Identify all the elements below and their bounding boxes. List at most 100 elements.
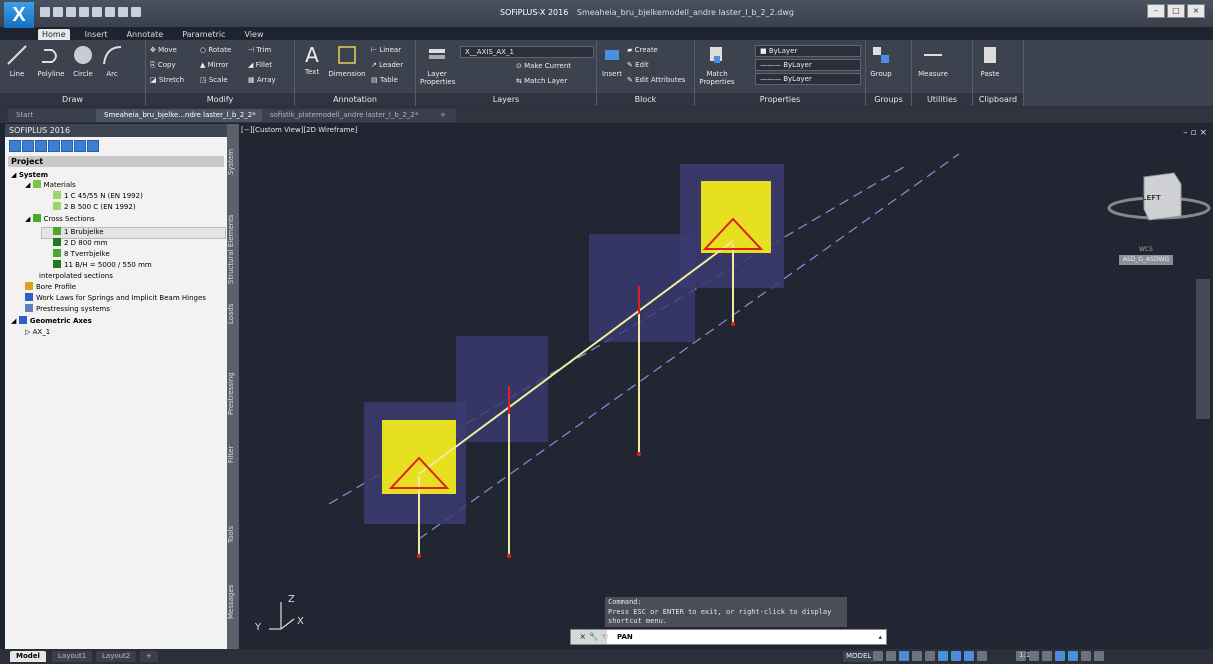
palette-tool-icon[interactable]: [87, 140, 99, 152]
fillet-button[interactable]: ◢ Fillet: [248, 61, 272, 69]
tree-material-2[interactable]: 2 B 500 C (EN 1992): [53, 202, 136, 212]
doc-tab-start[interactable]: Start: [8, 109, 104, 122]
array-button[interactable]: ▦ Array: [248, 76, 276, 84]
insert-button[interactable]: Insert: [599, 44, 625, 78]
ortho-icon[interactable]: [899, 651, 909, 661]
layer-properties-button[interactable]: Layer Properties: [420, 44, 455, 86]
osnap-icon[interactable]: [938, 651, 948, 661]
color-dropdown[interactable]: ■ ByLayer: [755, 45, 861, 57]
lineweight-dropdown[interactable]: ——— ByLayer: [755, 73, 861, 85]
block-panel-title[interactable]: Block: [597, 93, 694, 106]
trim-button[interactable]: ⊣ Trim: [248, 46, 271, 54]
maximize-button[interactable]: □: [1167, 4, 1185, 18]
create-block-button[interactable]: ▰ Create: [627, 46, 658, 54]
palette-tool-icon[interactable]: [74, 140, 86, 152]
group-button[interactable]: Group: [868, 44, 894, 78]
workspace-icon[interactable]: [131, 7, 141, 17]
isodraft-icon[interactable]: [925, 651, 935, 661]
leader-button[interactable]: ↗ Leader: [371, 61, 403, 69]
tree-bore-profile[interactable]: Bore Profile: [25, 282, 76, 292]
layout-tab-model[interactable]: Model: [10, 651, 46, 662]
linear-button[interactable]: ⊢ Linear: [371, 46, 401, 54]
tree-cs-2[interactable]: 2 D 800 mm: [53, 238, 108, 248]
save-icon[interactable]: [66, 7, 76, 17]
rotate-button[interactable]: ○ Rotate: [200, 46, 231, 54]
scale-button[interactable]: ◳ Scale: [200, 76, 228, 84]
make-current-button[interactable]: ⊙ Make Current: [516, 62, 571, 70]
side-tab-messages[interactable]: Messages: [227, 574, 239, 629]
undo-icon[interactable]: [105, 7, 115, 17]
side-tab-system[interactable]: System: [227, 132, 239, 192]
layer-dropdown[interactable]: X__AXIS_AX_1: [460, 46, 594, 58]
customization-icon[interactable]: [1094, 651, 1104, 661]
tree-geometric-axes[interactable]: ◢ Geometric Axes: [11, 316, 92, 326]
arc-button[interactable]: Arc: [100, 44, 124, 78]
palette-tool-icon[interactable]: [22, 140, 34, 152]
tree-cross-sections[interactable]: ◢ Cross Sections: [25, 214, 95, 224]
side-tab-tools[interactable]: Tools: [227, 514, 239, 554]
navigation-bar[interactable]: [1196, 279, 1210, 419]
tree-system[interactable]: ◢ System: [11, 170, 48, 180]
measure-button[interactable]: Measure: [916, 44, 950, 78]
mirror-button[interactable]: ▲ Mirror: [200, 61, 228, 69]
polar-icon[interactable]: [912, 651, 922, 661]
model-space-button[interactable]: MODEL: [843, 651, 875, 662]
line-button[interactable]: Line: [4, 44, 30, 78]
doc-tab-platemodell[interactable]: sofistik_platemodell_andre laster_l_b_2_…: [262, 109, 438, 122]
clean-screen-icon[interactable]: [1081, 651, 1091, 661]
utilities-panel-title[interactable]: Utilities: [912, 93, 972, 106]
annotation-panel-title[interactable]: Annotation: [295, 93, 415, 106]
tab-home[interactable]: Home: [38, 29, 70, 40]
tab-parametric[interactable]: Parametric: [178, 29, 229, 40]
side-tab-prestressing[interactable]: Prestressing: [227, 364, 239, 424]
new-icon[interactable]: [40, 7, 50, 17]
grid-icon[interactable]: [873, 651, 883, 661]
command-dropdown-icon[interactable]: ▴: [878, 630, 882, 644]
tree-prestressing[interactable]: Prestressing systems: [25, 304, 110, 314]
dimension-button[interactable]: Dimension: [327, 44, 367, 78]
edit-attributes-button[interactable]: ✎ Edit Attributes: [627, 76, 685, 84]
tab-annotate[interactable]: Annotate: [123, 29, 168, 40]
redo-icon[interactable]: [118, 7, 128, 17]
object-snap-icon[interactable]: [951, 651, 961, 661]
palette-tool-icon[interactable]: [9, 140, 21, 152]
tab-view[interactable]: View: [241, 29, 268, 40]
annotation-monitor-icon[interactable]: [1029, 651, 1039, 661]
new-tab-button[interactable]: +: [432, 109, 456, 122]
side-tab-structural-elements[interactable]: Structural Elements: [227, 204, 239, 294]
modify-panel-title[interactable]: Modify: [146, 93, 294, 106]
autoscale-icon[interactable]: [977, 651, 987, 661]
circle-button[interactable]: Circle: [70, 44, 96, 78]
side-tab-filter[interactable]: Filter: [227, 434, 239, 474]
layout-tab-layout2[interactable]: Layout2: [96, 651, 137, 662]
paste-button[interactable]: Paste: [977, 44, 1003, 78]
plot-icon[interactable]: [92, 7, 102, 17]
layers-panel-title[interactable]: Layers: [416, 93, 596, 106]
isolate-objects-icon[interactable]: [1068, 651, 1078, 661]
groups-panel-title[interactable]: Groups: [866, 93, 911, 106]
annotation-scale[interactable]: 1:1: [1019, 651, 1030, 659]
move-button[interactable]: ✥ Move: [150, 46, 177, 54]
open-icon[interactable]: [53, 7, 63, 17]
linetype-dropdown[interactable]: ——— ByLayer: [755, 59, 861, 71]
tree-work-laws[interactable]: Work Laws for Springs and Implicit Beam …: [25, 293, 206, 303]
copy-button[interactable]: ⎘ Copy: [150, 61, 176, 70]
properties-panel-title[interactable]: Properties: [695, 93, 865, 106]
side-tab-loads[interactable]: Loads: [227, 294, 239, 334]
draw-panel-title[interactable]: Draw: [0, 93, 145, 106]
polyline-button[interactable]: Polyline: [34, 44, 68, 78]
tree-cs-3[interactable]: 8 Tverrbjelke: [53, 249, 110, 259]
clipboard-panel-title[interactable]: Clipboard: [973, 93, 1023, 106]
tree-interpolated[interactable]: interpolated sections: [39, 271, 113, 281]
save-as-icon[interactable]: [79, 7, 89, 17]
text-button[interactable]: A Text: [299, 44, 325, 76]
edit-block-button[interactable]: ✎ Edit: [627, 61, 649, 69]
tree-cs-4[interactable]: 11 B/H = 5000 / 550 mm: [53, 260, 152, 270]
close-button[interactable]: ×: [1187, 4, 1205, 18]
drawing-viewport[interactable]: [−][Custom View][2D Wireframe] – ▫ × Z X…: [239, 124, 1213, 649]
units-icon[interactable]: [1042, 651, 1052, 661]
palette-tool-icon[interactable]: [35, 140, 47, 152]
tree-materials[interactable]: ◢ Materials: [25, 180, 76, 190]
tab-insert[interactable]: Insert: [81, 29, 112, 40]
layout-tab-layout1[interactable]: Layout1: [52, 651, 93, 662]
